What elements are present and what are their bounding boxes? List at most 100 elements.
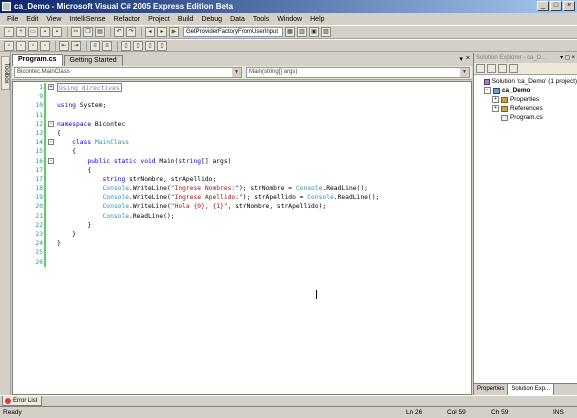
menu-window[interactable]: Window <box>273 16 306 23</box>
tree-item[interactable]: Program.cs <box>474 113 577 122</box>
code-token: .WriteLine( <box>129 203 171 211</box>
view-code-icon[interactable] <box>509 64 518 73</box>
collapse-icon[interactable]: - <box>48 120 54 127</box>
copy-icon[interactable]: ❐ <box>83 27 93 37</box>
toolbox-icon[interactable]: ▧ <box>321 27 331 37</box>
tree-item-label: Properties <box>510 96 540 103</box>
tree-item[interactable]: Solution 'ca_Demo' (1 project) <box>474 77 577 86</box>
tab-dropdown-icon[interactable]: ▾ <box>459 55 463 63</box>
code-line: 18 Console .WriteLine("Ingrese Nombres:")… <box>17 184 379 193</box>
toolbar-separator <box>86 40 87 51</box>
save-icon[interactable]: ▪ <box>40 27 50 37</box>
word-completion-icon[interactable]: ▫ <box>40 40 50 51</box>
prev-bookmark-icon[interactable]: ▯ <box>133 40 143 51</box>
menu-intellisense[interactable]: IntelliSense <box>65 16 109 23</box>
tab-properties[interactable]: Properties <box>474 384 509 395</box>
status-char: Ch 59 <box>491 409 509 416</box>
add-item-icon[interactable]: + <box>16 27 26 37</box>
code-editor[interactable]: 1 + Using directives 9 10 using System; 11 12- n… <box>12 81 472 395</box>
status-insert-mode: INS <box>553 409 564 416</box>
show-all-files-icon[interactable] <box>487 64 496 73</box>
error-list-bar: Error List <box>0 395 577 406</box>
standard-toolbar: ▫ + ▭ ▪ ▪ ✂ ❐ ▤ ↶ ↷ ◂ ▸ ▶ GetProviderFac… <box>0 25 577 39</box>
menu-help[interactable]: Help <box>306 16 328 23</box>
clear-bookmarks-icon[interactable]: ▯ <box>157 40 167 51</box>
collapse-icon[interactable]: - <box>48 139 54 146</box>
code-token: "Ingrese Nombres:" <box>170 185 239 193</box>
tree-item[interactable]: - ca_Demo <box>474 86 577 95</box>
navigate-forward-icon[interactable]: ▸ <box>157 27 167 37</box>
quick-info-icon[interactable]: ▫ <box>28 40 38 51</box>
bookmark-icon[interactable]: ▯ <box>121 40 131 51</box>
line-number: 12 <box>35 120 43 128</box>
next-bookmark-icon[interactable]: ▯ <box>145 40 155 51</box>
code-line: 23 } <box>17 230 379 239</box>
uncomment-icon[interactable]: ≡ <box>102 40 112 51</box>
undo-icon[interactable]: ↶ <box>114 27 124 37</box>
line-number: 11 <box>35 111 43 119</box>
display-object-icon[interactable]: ▫ <box>4 40 14 51</box>
properties-icon[interactable]: ▥ <box>297 27 307 37</box>
navigate-back-icon[interactable]: ◂ <box>145 27 155 37</box>
solution-explorer-toolbar <box>474 63 577 75</box>
tree-item[interactable]: + References <box>474 104 577 113</box>
error-list-tab[interactable]: Error List <box>2 396 43 406</box>
refresh-icon[interactable] <box>498 64 507 73</box>
menu-project[interactable]: Project <box>144 16 174 23</box>
menu-refactor[interactable]: Refactor <box>110 16 144 23</box>
start-debug-icon[interactable]: ▶ <box>169 27 179 37</box>
parameter-info-icon[interactable]: ▫ <box>16 40 26 51</box>
window-title: ca_Demo - Microsoft Visual C# 2005 Expre… <box>14 2 234 11</box>
menu-data[interactable]: Data <box>226 16 249 23</box>
menu-file[interactable]: File <box>3 16 22 23</box>
chevron-down-icon[interactable]: ▼ <box>460 68 469 77</box>
cut-icon[interactable]: ✂ <box>71 27 81 37</box>
save-all-icon[interactable]: ▪ <box>52 27 62 37</box>
tab-close-icon[interactable]: × <box>466 55 470 63</box>
panel-controls[interactable]: ▾ ◻ × <box>560 53 575 63</box>
expand-icon[interactable]: + <box>48 84 54 90</box>
class-combo-value: Bicontec.MainClass <box>17 69 70 75</box>
expand-icon[interactable]: + <box>492 105 499 112</box>
tab-getting-started[interactable]: Getting Started <box>63 55 123 66</box>
code-token: { <box>57 148 76 156</box>
toolbox-tab[interactable]: Toolbox <box>1 56 10 90</box>
properties-icon[interactable] <box>476 64 485 73</box>
decrease-indent-icon[interactable]: ⇤ <box>59 40 69 51</box>
line-number: 25 <box>35 249 43 257</box>
collapse-icon[interactable]: - <box>484 87 491 94</box>
code-line: 15 { <box>17 147 379 156</box>
tab-program-cs[interactable]: Program.cs <box>12 54 63 66</box>
expand-icon[interactable]: + <box>492 96 499 103</box>
open-icon[interactable]: ▭ <box>28 27 38 37</box>
menu-debug[interactable]: Debug <box>197 16 226 23</box>
new-project-icon[interactable]: ▫ <box>4 27 14 37</box>
code-line: 9 <box>17 92 379 101</box>
object-browser-icon[interactable]: ▣ <box>309 27 319 37</box>
minimize-button[interactable]: _ <box>537 1 549 11</box>
paste-icon[interactable]: ▤ <box>95 27 105 37</box>
member-combo[interactable]: Main(string[] args) ▼ <box>246 67 470 78</box>
code-token: .WriteLine( <box>129 194 171 202</box>
menu-edit[interactable]: Edit <box>22 16 42 23</box>
menu-tools[interactable]: Tools <box>249 16 273 23</box>
tab-solution-explorer[interactable]: Solution Exp... <box>508 384 555 395</box>
menu-build[interactable]: Build <box>174 16 198 23</box>
chevron-down-icon[interactable]: ▼ <box>232 68 241 77</box>
comment-icon[interactable]: ≡ <box>90 40 100 51</box>
code-token: Main( <box>155 157 179 165</box>
increase-indent-icon[interactable]: ⇥ <box>71 40 81 51</box>
redo-icon[interactable]: ↷ <box>126 27 136 37</box>
maximize-button[interactable]: □ <box>550 1 562 11</box>
class-combo[interactable]: Bicontec.MainClass ▼ <box>14 67 242 78</box>
close-button[interactable]: × <box>563 1 575 11</box>
menu-view[interactable]: View <box>42 16 65 23</box>
solution-explorer-icon[interactable]: ▦ <box>285 27 295 37</box>
tree-item[interactable]: + Properties <box>474 95 577 104</box>
find-combo[interactable]: GetProviderFactoryFromUserInput <box>183 27 283 37</box>
code-line: 22 } <box>17 221 379 230</box>
collapse-icon[interactable]: - <box>48 157 54 164</box>
